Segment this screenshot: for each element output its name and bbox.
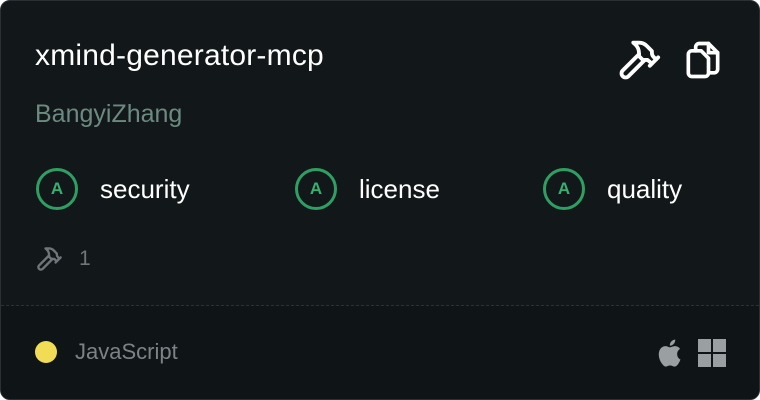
server-author[interactable]: BangyiZhang (35, 100, 182, 129)
grade-badge: A (295, 168, 337, 210)
score-license[interactable]: A license (295, 167, 440, 211)
windows-icon (698, 339, 726, 367)
score-label-security: security (100, 173, 190, 204)
copy-button[interactable] (679, 36, 727, 84)
score-label-license: license (359, 173, 440, 204)
grade-badge: A (36, 168, 78, 210)
grade-badge: A (543, 168, 585, 210)
hammer-icon (37, 247, 62, 271)
language-label: JavaScript (75, 339, 178, 364)
language-color-dot (35, 341, 57, 363)
score-quality[interactable]: A quality (543, 167, 682, 211)
tools-button[interactable] (615, 36, 663, 84)
apple-icon (658, 339, 681, 367)
server-card[interactable]: xmind-generator-mcp BangyiZhang A securi… (0, 0, 760, 400)
card-footer: JavaScript (1, 306, 759, 399)
tools-count: 1 (79, 247, 91, 270)
hammer-icon (619, 40, 661, 80)
score-security[interactable]: A security (36, 167, 190, 211)
score-label-quality: quality (607, 173, 683, 204)
copy-icon (686, 41, 720, 79)
tools-count-row: 1 (35, 244, 91, 274)
server-name[interactable]: xmind-generator-mcp (35, 39, 324, 73)
